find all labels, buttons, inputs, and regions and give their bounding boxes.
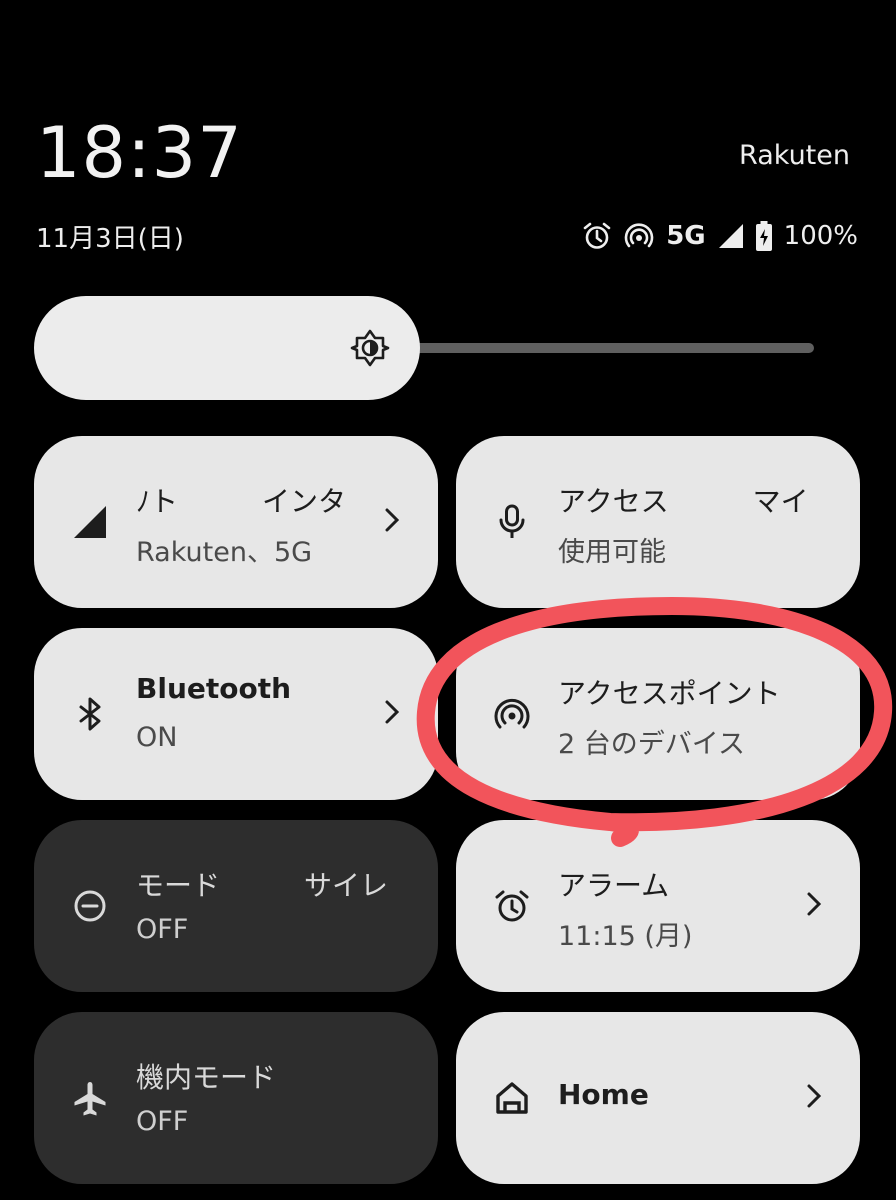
home-icon	[494, 1080, 530, 1116]
chevron-right-icon[interactable]	[384, 507, 400, 537]
network-type: 5G	[666, 221, 706, 251]
tile-subtitle: OFF	[136, 914, 189, 945]
tile-home[interactable]: Home	[456, 1012, 860, 1184]
tile-alarm[interactable]: アラーム 11:15 (月)	[456, 820, 860, 992]
tile-subtitle: 2 台のデバイス	[558, 729, 745, 760]
chevron-right-icon[interactable]	[806, 891, 822, 921]
chevron-right-icon[interactable]	[384, 699, 400, 729]
tile-title: Home	[558, 1078, 649, 1111]
tile-title: ﾉト インタ	[136, 485, 347, 518]
tile-subtitle: ON	[136, 722, 178, 753]
tile-hotspot[interactable]: アクセスポイント 2 台のデバイス	[456, 628, 860, 800]
chevron-right-icon[interactable]	[806, 1083, 822, 1113]
brightness-icon	[350, 328, 390, 372]
carrier-name: Rakuten	[739, 140, 850, 171]
date[interactable]: 11月3日(日)	[36, 218, 184, 255]
hotspot-icon	[624, 221, 654, 251]
tile-title: モード サイレ	[136, 869, 389, 902]
tile-subtitle: OFF	[136, 1106, 189, 1137]
tile-subtitle: Rakuten、5G	[136, 537, 313, 568]
status-bar: 5G 100%	[582, 216, 858, 256]
brightness-track[interactable]	[400, 343, 814, 353]
signal-icon	[72, 504, 108, 540]
battery-charging-icon	[755, 221, 772, 251]
alarm-icon	[582, 221, 612, 251]
signal-icon	[718, 223, 744, 249]
tile-title: アクセスポイント	[558, 677, 781, 710]
tile-title: アクセス マイ	[558, 485, 809, 518]
tile-mobile-data[interactable]: ﾉト インタ Rakuten、5G	[34, 436, 438, 608]
tile-mic-access[interactable]: アクセス マイ 使用可能	[456, 436, 860, 608]
alarm-icon	[494, 888, 530, 924]
tile-title: Bluetooth	[136, 672, 292, 705]
bluetooth-icon	[72, 696, 108, 732]
clock[interactable]: 18:37	[36, 112, 243, 194]
microphone-icon	[494, 504, 530, 540]
tile-subtitle: 使用可能	[558, 537, 666, 568]
hotspot-icon	[494, 696, 530, 732]
tile-subtitle: 11:15 (月)	[558, 921, 693, 952]
tile-bluetooth[interactable]: Bluetooth ON	[34, 628, 438, 800]
tile-title: アラーム	[558, 869, 670, 902]
airplane-icon	[72, 1080, 108, 1116]
battery-level: 100%	[783, 221, 858, 251]
do-not-disturb-icon	[72, 888, 108, 924]
tile-airplane-mode[interactable]: 機内モード OFF	[34, 1012, 438, 1184]
tile-title: 機内モード	[136, 1061, 277, 1094]
tile-silent-mode[interactable]: モード サイレ OFF	[34, 820, 438, 992]
